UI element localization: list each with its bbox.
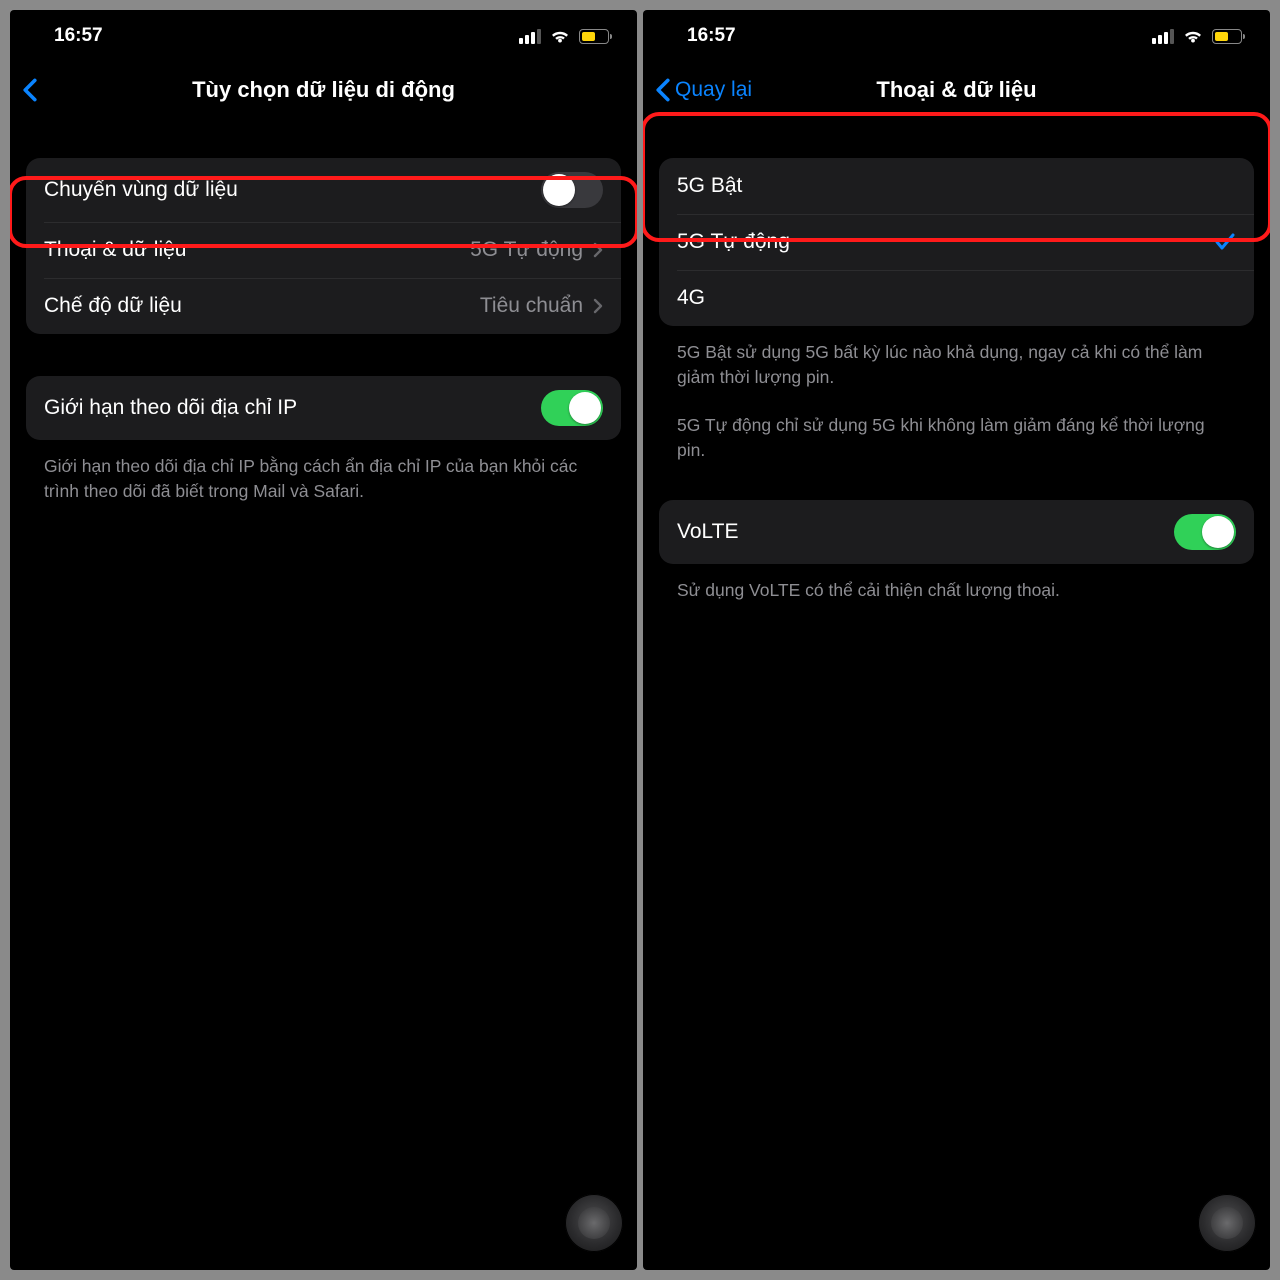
content: 5G Bật 5G Tự động 4G 5G Bật sử dụng 5G b… <box>643 118 1270 639</box>
footer-ip-tracking: Giới hạn theo dõi địa chỉ IP bằng cách ẩ… <box>26 454 621 505</box>
row-label: Chuyển vùng dữ liệu <box>44 178 238 202</box>
status-right <box>1152 28 1242 44</box>
row-roaming[interactable]: Chuyển vùng dữ liệu <box>26 158 621 222</box>
row-voice-data[interactable]: Thoại & dữ liệu 5G Tự động <box>26 222 621 278</box>
battery-icon <box>579 29 609 44</box>
checkmark-icon <box>1214 232 1236 252</box>
page-title: Tùy chọn dữ liệu di động <box>10 77 637 103</box>
group-cellular: Chuyển vùng dữ liệu Thoại & dữ liệu 5G T… <box>26 158 621 334</box>
status-right <box>519 28 609 44</box>
row-label: Thoại & dữ liệu <box>44 238 186 262</box>
battery-icon <box>1212 29 1242 44</box>
row-detail: Tiêu chuẩn <box>480 294 583 318</box>
status-time: 16:57 <box>687 25 736 47</box>
back-button[interactable] <box>22 78 42 102</box>
assistive-touch-button[interactable] <box>565 1194 623 1252</box>
chevron-right-icon <box>593 298 603 314</box>
wifi-icon <box>1182 28 1204 44</box>
status-bar: 16:57 <box>643 10 1270 62</box>
option-5g-on[interactable]: 5G Bật <box>659 158 1254 214</box>
wifi-icon <box>549 28 571 44</box>
status-time: 16:57 <box>54 25 103 47</box>
option-label: 5G Tự động <box>677 230 790 254</box>
cellular-signal-icon <box>1152 29 1174 44</box>
cellular-signal-icon <box>519 29 541 44</box>
nav-bar: Quay lại Thoại & dữ liệu <box>643 62 1270 118</box>
chevron-right-icon <box>593 242 603 258</box>
back-button[interactable]: Quay lại <box>655 78 752 102</box>
option-label: 4G <box>677 286 705 310</box>
ip-tracking-toggle[interactable] <box>541 390 603 426</box>
row-data-mode[interactable]: Chế độ dữ liệu Tiêu chuẩn <box>26 278 621 334</box>
roaming-toggle[interactable] <box>541 172 603 208</box>
row-label: VoLTE <box>677 520 738 544</box>
footer-5g-2: 5G Tự động chỉ sử dụng 5G khi không làm … <box>659 413 1254 464</box>
row-detail: 5G Tự động <box>470 238 583 262</box>
group-5g-options: 5G Bật 5G Tự động 4G <box>659 158 1254 326</box>
volte-toggle[interactable] <box>1174 514 1236 550</box>
group-ip-tracking: Giới hạn theo dõi địa chỉ IP <box>26 376 621 440</box>
option-4g[interactable]: 4G <box>659 270 1254 326</box>
back-label: Quay lại <box>675 78 752 102</box>
row-ip-tracking[interactable]: Giới hạn theo dõi địa chỉ IP <box>26 376 621 440</box>
row-volte[interactable]: VoLTE <box>659 500 1254 564</box>
option-label: 5G Bật <box>677 174 742 198</box>
nav-bar: Tùy chọn dữ liệu di động <box>10 62 637 118</box>
assistive-touch-button[interactable] <box>1198 1194 1256 1252</box>
group-volte: VoLTE <box>659 500 1254 564</box>
screenshot-left: 16:57 Tùy chọn dữ liệu di động Chuyển vù… <box>10 10 637 1270</box>
row-label: Giới hạn theo dõi địa chỉ IP <box>44 396 297 420</box>
footer-5g-1: 5G Bật sử dụng 5G bất kỳ lúc nào khả dụn… <box>659 340 1254 391</box>
status-bar: 16:57 <box>10 10 637 62</box>
row-label: Chế độ dữ liệu <box>44 294 182 318</box>
content: Chuyển vùng dữ liệu Thoại & dữ liệu 5G T… <box>10 118 637 541</box>
footer-volte: Sử dụng VoLTE có thể cải thiện chất lượn… <box>659 578 1254 603</box>
screenshot-right: 16:57 Quay lại Thoại & dữ liệu 5G Bật 5G… <box>643 10 1270 1270</box>
option-5g-auto[interactable]: 5G Tự động <box>659 214 1254 270</box>
